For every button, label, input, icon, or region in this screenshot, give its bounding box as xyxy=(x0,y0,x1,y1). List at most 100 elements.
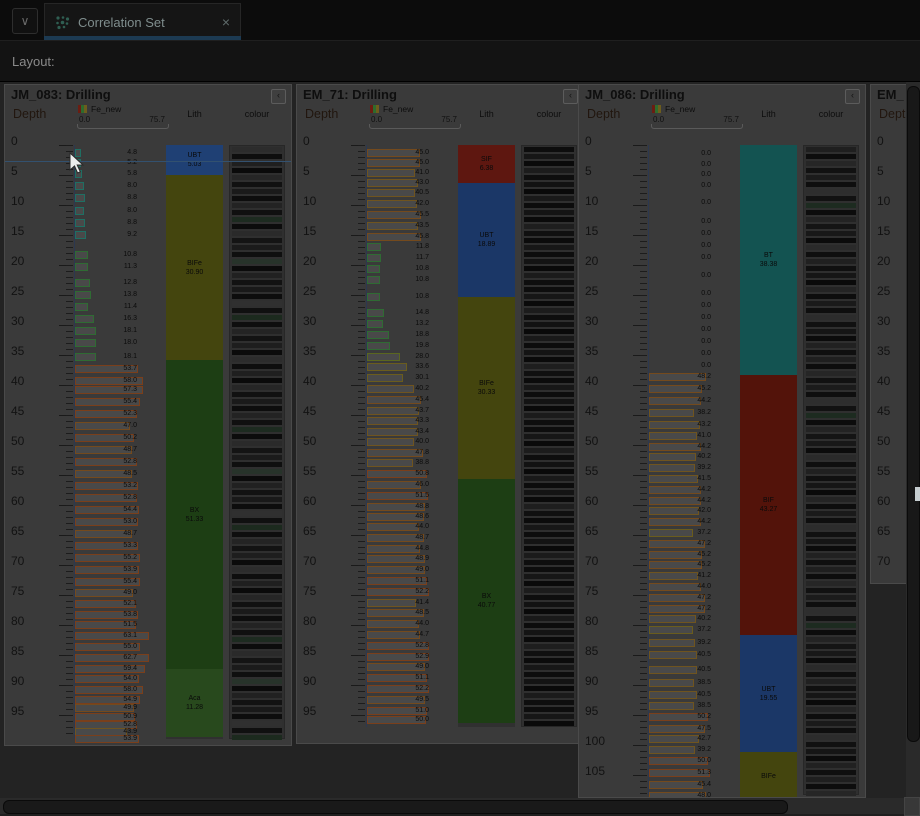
colour-stripe xyxy=(232,371,282,376)
lith-thickness: 43.27 xyxy=(760,505,778,514)
colour-stripe xyxy=(232,329,282,334)
depth-label: 85 xyxy=(585,644,598,658)
fe-legend-icon xyxy=(78,105,87,113)
colour-stripe xyxy=(232,399,282,404)
vertical-scrollbar-thumb[interactable] xyxy=(907,86,920,742)
fe-value: 8.8 xyxy=(93,219,137,227)
lith-block[interactable]: UBT18.89 xyxy=(458,183,515,296)
log-panel: JM_083: Drilling‹DepthFe_new0.075.7Lithc… xyxy=(4,84,292,746)
panel-collapse-button[interactable]: ‹ xyxy=(271,89,286,104)
colour-stripe xyxy=(806,665,856,670)
fe-value: 53.7 xyxy=(93,365,137,373)
horizontal-scrollbar[interactable] xyxy=(0,798,906,814)
chevron-down-icon: ∨ xyxy=(21,14,30,28)
lith-code: BIFe xyxy=(761,772,776,781)
fe-value: 18.1 xyxy=(93,353,137,361)
colour-stripe xyxy=(232,560,282,565)
lith-block[interactable]: UBT5.03 xyxy=(166,145,223,175)
fe-value: 37.2 xyxy=(667,626,711,634)
colour-stripe xyxy=(524,392,574,397)
depth-label: 75 xyxy=(303,584,316,598)
colour-stripe xyxy=(524,714,574,719)
fe-bar[interactable] xyxy=(75,182,84,190)
colour-stripe xyxy=(806,182,856,187)
depth-label: 30 xyxy=(303,314,316,328)
lith-block[interactable]: BX51.33 xyxy=(166,360,223,668)
colour-stripe xyxy=(806,700,856,705)
fe-legend-icon xyxy=(652,105,661,113)
panel-collapse-button[interactable]: ‹ xyxy=(563,89,578,104)
colour-stripe xyxy=(232,469,282,474)
fe-bar[interactable] xyxy=(367,243,381,251)
colour-stripe xyxy=(806,441,856,446)
lith-block[interactable]: BIFe xyxy=(740,752,797,798)
lith-block[interactable]: BIFe30.33 xyxy=(458,297,515,479)
lith-block[interactable]: BT38.38 xyxy=(740,145,797,375)
fe-bar[interactable] xyxy=(367,320,383,328)
tab-correlation-set[interactable]: Correlation Set × xyxy=(44,3,241,40)
lith-block[interactable]: BIFe30.90 xyxy=(166,175,223,360)
scrollbar-mark xyxy=(915,487,920,501)
fe-value: 0.0 xyxy=(667,171,711,179)
colour-stripe xyxy=(524,147,574,152)
colour-stripe xyxy=(232,567,282,572)
fe-bar[interactable] xyxy=(75,291,91,299)
fe-bar[interactable] xyxy=(367,309,384,317)
fe-value: 43.0 xyxy=(385,179,429,187)
lith-block[interactable]: UBT19.55 xyxy=(740,635,797,752)
fe-value: 37.2 xyxy=(667,529,711,537)
correlation-marker-line[interactable] xyxy=(5,161,292,162)
colour-stripe xyxy=(524,315,574,320)
fe-bar[interactable] xyxy=(75,303,88,311)
lith-block[interactable]: BIF43.27 xyxy=(740,375,797,635)
fe-bar[interactable] xyxy=(367,293,380,301)
fe-scale-bracket xyxy=(651,124,743,129)
lith-block[interactable]: Aca11.28 xyxy=(166,669,223,737)
colour-stripe xyxy=(232,420,282,425)
panel-collapse-button[interactable]: ‹ xyxy=(845,89,860,104)
fe-bar[interactable] xyxy=(75,263,88,271)
panel-title: EM_ xyxy=(877,87,904,102)
fe-value: 44.0 xyxy=(667,583,711,591)
colour-stripe xyxy=(232,154,282,159)
fe-bar[interactable] xyxy=(75,279,90,287)
colour-stripe xyxy=(806,329,856,334)
fe-value: 52.9 xyxy=(385,653,429,661)
horizontal-scrollbar-thumb[interactable] xyxy=(3,800,788,814)
fe-bar[interactable] xyxy=(367,276,380,284)
fe-bar[interactable] xyxy=(75,219,85,227)
lith-block[interactable]: BX40.77 xyxy=(458,479,515,724)
fe-value: 33.6 xyxy=(385,363,429,371)
fe-bar[interactable] xyxy=(367,254,381,262)
fe-bar[interactable] xyxy=(75,231,86,239)
colour-stripe xyxy=(806,357,856,362)
tab-close-icon[interactable]: × xyxy=(222,14,230,30)
fe-value: 40.5 xyxy=(667,691,711,699)
lith-code: UBT xyxy=(188,151,202,160)
colour-stripe xyxy=(232,287,282,292)
colour-stripe xyxy=(232,364,282,369)
column-header-lith: Lith xyxy=(166,109,223,119)
fe-value: 4.8 xyxy=(93,149,137,157)
fe-value: 51.1 xyxy=(385,577,429,585)
colour-stripe xyxy=(806,266,856,271)
fe-bar[interactable] xyxy=(75,251,88,259)
colour-stripe xyxy=(524,616,574,621)
lith-code: BIF xyxy=(763,496,774,505)
fe-bar[interactable] xyxy=(75,207,84,215)
fe-bar[interactable] xyxy=(367,265,380,273)
depth-label: 55 xyxy=(877,464,890,478)
fe-value: 47.5 xyxy=(667,725,711,733)
lith-code: SIF xyxy=(481,155,492,164)
depth-label: 15 xyxy=(877,224,890,238)
depth-label: 35 xyxy=(303,344,316,358)
colour-stripe xyxy=(524,343,574,348)
fe-bar[interactable] xyxy=(75,315,94,323)
vertical-scrollbar[interactable] xyxy=(906,82,920,798)
fe-bar[interactable] xyxy=(75,194,85,202)
colour-stripe xyxy=(232,350,282,355)
colour-stripe xyxy=(524,686,574,691)
depth-label: 45 xyxy=(303,404,316,418)
lith-block[interactable]: SIF6.38 xyxy=(458,145,515,183)
window-menu-button[interactable]: ∨ xyxy=(12,8,38,34)
